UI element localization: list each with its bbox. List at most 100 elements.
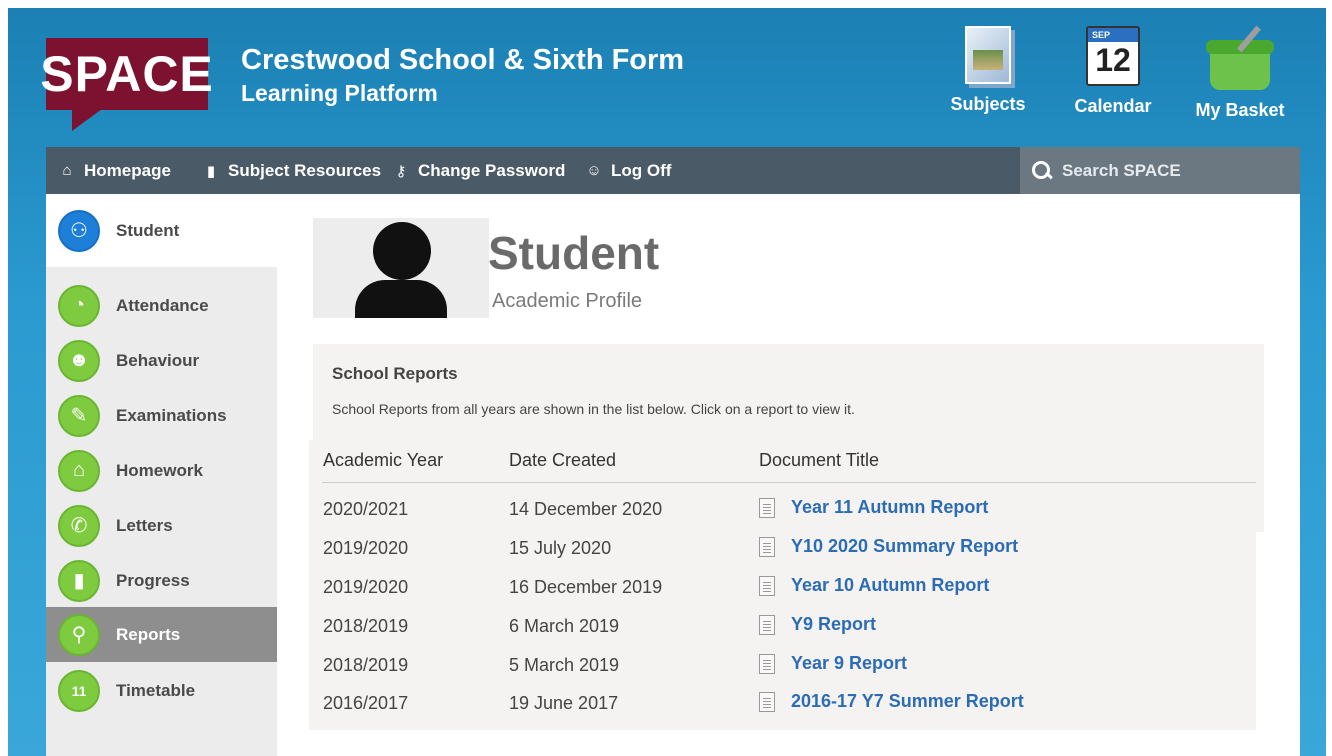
report-title: Year 11 Autumn Report [791, 497, 989, 517]
row-date: 6 March 2019 [509, 616, 620, 636]
nav-homepage[interactable]: ⌂ Homepage [58, 147, 171, 194]
reports-description: School Reports from all years are shown … [332, 401, 855, 417]
sidebar-item-student[interactable]: ⚇ Student [46, 194, 277, 267]
search-input[interactable] [1062, 160, 1262, 181]
subjects-label: Subjects [950, 94, 1026, 114]
row-date: 14 December 2020 [509, 499, 663, 519]
student-icon: ⚇ [58, 209, 100, 252]
sidebar-item-label: Student [116, 220, 180, 240]
book-icon: ▮ [206, 162, 216, 180]
report-link[interactable]: Y9 Report [759, 614, 876, 635]
calendar-month: SEP [1088, 28, 1138, 42]
row-date: 19 June 2017 [509, 693, 619, 713]
home-icon: ⌂ [62, 162, 72, 179]
row-date: 5 March 2019 [509, 655, 620, 675]
row-year: 2016/2017 [323, 693, 409, 713]
phone-icon: ✆ [58, 504, 100, 547]
top-navbar: ⌂ Homepage ▮ Subject Resources ⚷ Change … [46, 147, 1300, 194]
space-logo[interactable]: SPACE [40, 38, 213, 110]
bar-chart-icon: ▮ [58, 559, 100, 602]
sidebar-item-progress[interactable]: ▮ Progress [46, 553, 277, 608]
search-box [1020, 147, 1300, 194]
column-header-date: Date Created [509, 450, 617, 470]
row-year: 2019/2020 [323, 538, 409, 558]
user-logoff-icon: ☺ [586, 162, 602, 179]
search-icon[interactable] [1032, 160, 1052, 181]
report-title: Y9 Report [791, 614, 877, 634]
basket-label: My Basket [1195, 100, 1285, 120]
sidebar-item-label: Progress [116, 570, 190, 590]
row-year: 2020/2021 [323, 499, 409, 519]
logo-tail [72, 109, 102, 131]
main-content: Student Academic Profile School Reports … [277, 194, 1300, 756]
report-link[interactable]: Year 9 Report [759, 653, 907, 674]
report-link[interactable]: Year 10 Autumn Report [759, 575, 989, 596]
sidebar-item-reports[interactable]: ⚲ Reports [46, 607, 277, 662]
sidebar-item-letters[interactable]: ✆ Letters [46, 498, 277, 553]
row-year: 2018/2019 [323, 616, 409, 636]
document-icon [759, 653, 775, 674]
report-title: Y10 2020 Summary Report [791, 536, 1019, 556]
nav-log-off[interactable]: ☺ Log Off [585, 147, 671, 194]
subjects-icon [965, 26, 1011, 84]
header-divider [322, 482, 1256, 483]
pie-chart-icon: ◔ [58, 284, 100, 327]
home-icon: ⌂ [58, 449, 100, 492]
calendar-day: 12 [1095, 42, 1131, 78]
sidebar-item-label: Homework [116, 460, 203, 480]
row-year: 2018/2019 [323, 655, 409, 675]
key-icon: ⚷ [395, 162, 407, 180]
school-name: Crestwood School & Sixth Form [241, 44, 685, 76]
page-title: Student [488, 227, 660, 279]
nav-log-off-label: Log Off [611, 160, 672, 180]
document-icon [759, 536, 775, 557]
sidebar-item-label: Reports [116, 624, 181, 644]
avatar-head [373, 222, 431, 280]
nav-homepage-label: Homepage [84, 160, 171, 180]
report-title: Year 9 Report [791, 653, 908, 673]
document-icon [759, 497, 775, 518]
sidebar-item-label: Timetable [116, 680, 196, 700]
calendar-link[interactable]: SEP 12 Calendar [1063, 26, 1163, 117]
column-header-title: Document Title [759, 450, 880, 470]
report-link[interactable]: 2016-17 Y7 Summer Report [759, 691, 1024, 712]
page-subtitle: Academic Profile [492, 290, 643, 312]
avatar-body [355, 280, 447, 318]
report-link[interactable]: Y10 2020 Summary Report [759, 536, 1018, 557]
sidebar-item-examinations[interactable]: ✎ Examinations [46, 388, 277, 443]
header: SPACE Crestwood School & Sixth Form Lear… [8, 8, 1326, 148]
nav-change-password-label: Change Password [418, 160, 566, 180]
nav-subject-resources[interactable]: ▮ Subject Resources [202, 147, 381, 194]
sidebar-item-attendance[interactable]: ◔ Attendance [46, 278, 277, 333]
sidebar-item-label: Attendance [116, 295, 209, 315]
school-subtitle: Learning Platform [241, 80, 438, 106]
nav-change-password[interactable]: ⚷ Change Password [392, 147, 566, 194]
document-icon [759, 575, 775, 596]
subjects-link[interactable]: Subjects [938, 26, 1038, 115]
calendar-icon: 11 [58, 669, 100, 712]
row-date: 15 July 2020 [509, 538, 612, 558]
sidebar-item-behaviour[interactable]: ☻ Behaviour [46, 333, 277, 388]
basket-icon [1206, 40, 1274, 90]
calendar-icon: SEP 12 [1086, 26, 1140, 86]
sidebar-item-timetable[interactable]: 11 Timetable [46, 663, 277, 718]
exam-icon: ✎ [58, 394, 100, 437]
nav-subject-resources-label: Subject Resources [228, 160, 382, 180]
document-icon [759, 614, 775, 635]
row-year: 2019/2020 [323, 577, 409, 597]
column-header-year: Academic Year [323, 450, 444, 470]
report-title: 2016-17 Y7 Summer Report [791, 691, 1024, 711]
sidebar-item-label: Behaviour [116, 350, 200, 370]
basket-link[interactable]: My Basket [1190, 26, 1290, 121]
behaviour-icon: ☻ [58, 339, 100, 382]
page-edge [1326, 0, 1332, 756]
calendar-label: Calendar [1074, 96, 1152, 116]
profile-avatar [313, 218, 489, 318]
report-link[interactable]: Year 11 Autumn Report [759, 497, 988, 518]
sidebar: ⚇ Student ◔ Attendance ☻ Behaviour ✎ Exa… [46, 194, 277, 756]
sidebar-item-homework[interactable]: ⌂ Homework [46, 443, 277, 498]
report-title: Year 10 Autumn Report [791, 575, 990, 595]
row-date: 16 December 2019 [509, 577, 663, 597]
document-icon [759, 691, 775, 712]
reports-title: School Reports [332, 364, 458, 383]
